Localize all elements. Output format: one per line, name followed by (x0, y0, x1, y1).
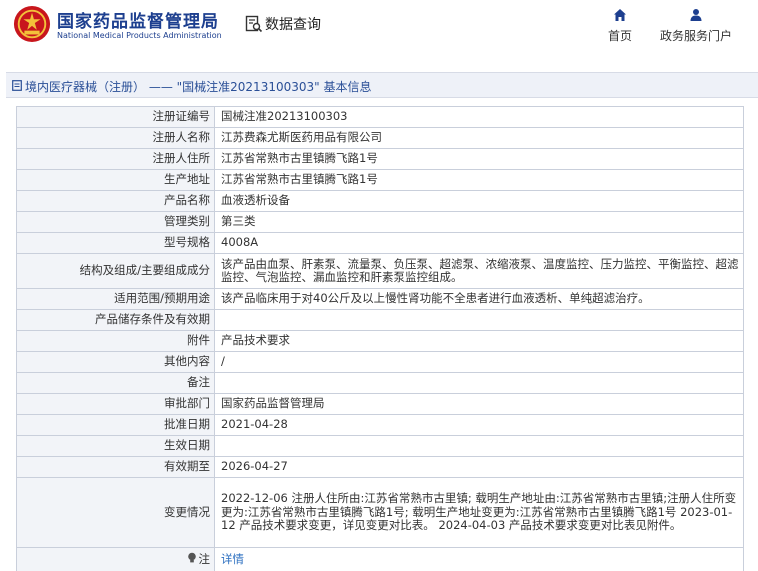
row-label: 产品名称 (16, 190, 215, 212)
row-label: 产品储存条件及有效期 (16, 309, 215, 331)
page-section-title: 数据查询 (265, 17, 321, 33)
nav-home-link[interactable]: 首页 (600, 8, 640, 44)
row-value: 血液透析设备 (214, 190, 744, 212)
row-label: 审批部门 (16, 393, 215, 415)
national-emblem-icon (13, 5, 51, 43)
row-label: 批准日期 (16, 414, 215, 436)
table-row: 型号规格 4008A (16, 232, 744, 254)
table-row: 适用范围/预期用途 该产品临床用于对40公斤及以上慢性肾功能不全患者进行血液透析… (16, 288, 744, 310)
home-icon (614, 9, 626, 21)
row-label: 结构及组成/主要组成成分 (16, 253, 215, 289)
record-title-bar: 境内医疗器械（注册） —— "国械注准20213100303" 基本信息 (6, 72, 758, 98)
table-row: 注册人住所 江苏省常熟市古里镇腾飞路1号 (16, 148, 744, 170)
row-label: 注册证编号 (16, 106, 215, 128)
row-label: 其他内容 (16, 351, 215, 373)
row-label: 注册人住所 (16, 148, 215, 170)
table-row: 注册证编号 国械注准20213100303 (16, 106, 744, 128)
nav-service-portal-link[interactable]: 政务服务门户 (654, 8, 738, 44)
site-brand-subtitle: National Medical Products Administration (57, 31, 222, 40)
table-row: 备注 (16, 372, 744, 394)
row-label: 适用范围/预期用途 (16, 288, 215, 310)
row-value: 2021-04-28 (214, 414, 744, 436)
table-row: 注 详情 (16, 547, 744, 571)
table-row: 注册人名称 江苏费森尤斯医药用品有限公司 (16, 127, 744, 149)
row-label: 型号规格 (16, 232, 215, 254)
site-header: 国家药品监督管理局 National Medical Products Admi… (0, 0, 758, 62)
row-label: 生产地址 (16, 169, 215, 191)
nav-home-label: 首页 (607, 29, 632, 43)
search-document-icon (245, 15, 263, 33)
user-icon (690, 9, 702, 21)
row-value: 4008A (214, 232, 744, 254)
record-title: 境内医疗器械（注册） —— "国械注准20213100303" 基本信息 (25, 80, 372, 94)
row-value: 国家药品监督管理局 (214, 393, 744, 415)
table-row: 产品储存条件及有效期 (16, 309, 744, 331)
row-label: 注 (198, 552, 211, 567)
table-row: 结构及组成/主要组成成分 该产品由血泵、肝素泵、流量泵、负压泵、超滤泵、浓缩液泵… (16, 253, 744, 289)
row-value (214, 435, 744, 457)
note-label-cell: 注 (16, 547, 215, 571)
document-icon (12, 80, 22, 91)
table-row: 管理类别 第三类 (16, 211, 744, 233)
row-label: 有效期至 (16, 456, 215, 478)
row-value: 该产品由血泵、肝素泵、流量泵、负压泵、超滤泵、浓缩液泵、温度监控、压力监控、平衡… (214, 253, 744, 289)
row-label: 变更情况 (16, 477, 215, 548)
row-value: 详情 (214, 547, 744, 571)
table-row: 生产地址 江苏省常熟市古里镇腾飞路1号 (16, 169, 744, 191)
device-info-table: 注册证编号 国械注准20213100303 注册人名称 江苏费森尤斯医药用品有限… (16, 106, 744, 571)
row-value: / (214, 351, 744, 373)
site-brand-title: 国家药品监督管理局 (57, 12, 219, 32)
lightbulb-icon (187, 552, 196, 563)
table-row: 批准日期 2021-04-28 (16, 414, 744, 436)
row-value: 2026-04-27 (214, 456, 744, 478)
table-row: 变更情况 2022-12-06 注册人住所由:江苏省常熟市古里镇; 载明生产地址… (16, 477, 744, 548)
row-value: 江苏省常熟市古里镇腾飞路1号 (214, 148, 744, 170)
row-value: 该产品临床用于对40公斤及以上慢性肾功能不全患者进行血液透析、单纯超滤治疗。 (214, 288, 744, 310)
row-label: 备注 (16, 372, 215, 394)
row-value: 2022-12-06 注册人住所由:江苏省常熟市古里镇; 载明生产地址由:江苏省… (214, 477, 744, 548)
row-label: 管理类别 (16, 211, 215, 233)
row-value: 第三类 (214, 211, 744, 233)
table-row: 审批部门 国家药品监督管理局 (16, 393, 744, 415)
row-value: 江苏省常熟市古里镇腾飞路1号 (214, 169, 744, 191)
table-row: 生效日期 (16, 435, 744, 457)
row-value: 国械注准20213100303 (214, 106, 744, 128)
row-value (214, 372, 744, 394)
table-row: 附件 产品技术要求 (16, 330, 744, 352)
row-value (214, 309, 744, 331)
nav-service-label: 政务服务门户 (659, 29, 732, 43)
row-label: 注册人名称 (16, 127, 215, 149)
details-link[interactable]: 详情 (221, 552, 244, 566)
table-row: 有效期至 2026-04-27 (16, 456, 744, 478)
table-row: 其他内容 / (16, 351, 744, 373)
row-label: 生效日期 (16, 435, 215, 457)
row-value: 产品技术要求 (214, 330, 744, 352)
row-label: 附件 (16, 330, 215, 352)
table-row: 产品名称 血液透析设备 (16, 190, 744, 212)
row-value: 江苏费森尤斯医药用品有限公司 (214, 127, 744, 149)
